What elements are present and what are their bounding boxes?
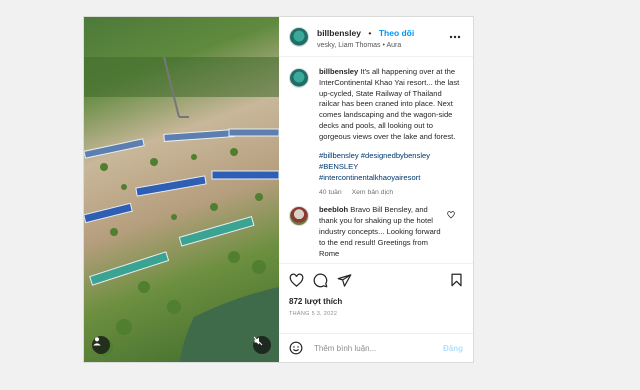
caption-text: It's all happening over at the InterCont…	[319, 67, 460, 141]
comment-like-heart-icon[interactable]	[447, 211, 455, 219]
bookmark-icon[interactable]	[450, 273, 463, 287]
mute-button[interactable]	[253, 336, 271, 354]
post-sidebar: billbensley • Theo dõi vesky, Liam Thoma…	[279, 17, 473, 362]
caption: billbensley It's all happening over at t…	[289, 67, 463, 197]
post-header: billbensley • Theo dõi vesky, Liam Thoma…	[279, 17, 473, 57]
hashtag-line[interactable]: #BENSLEY	[319, 162, 463, 173]
follow-button[interactable]: Theo dõi	[379, 28, 414, 38]
avatar[interactable]	[289, 206, 309, 227]
author-username[interactable]: billbensley	[317, 28, 361, 38]
hashtag-line[interactable]: #billbensley #designedbybensley	[319, 151, 463, 162]
comment-icon[interactable]	[313, 273, 328, 288]
caption-time[interactable]: 40 tuần	[319, 189, 342, 196]
add-comment-bar: Đăng	[279, 333, 473, 362]
post-comment-button[interactable]: Đăng	[443, 344, 463, 353]
avatar[interactable]	[289, 68, 309, 88]
hashtag-line[interactable]: #intercontinentalkhaoyairesort	[319, 173, 463, 184]
post-date[interactable]: THÁNG 5 3, 2022	[289, 311, 463, 317]
comment-item: beebloh Bravo Bill Bensley, and thank yo…	[289, 205, 463, 259]
caption-username[interactable]: billbensley	[319, 67, 358, 76]
translate-link[interactable]: Xem bản dịch	[352, 189, 394, 196]
user-tag-icon	[93, 337, 101, 346]
emoji-icon[interactable]	[289, 341, 303, 355]
more-options-icon[interactable]	[449, 31, 461, 43]
comment-username[interactable]: beebloh	[319, 205, 348, 214]
separator-dot: •	[368, 28, 372, 39]
post-video[interactable]	[84, 17, 279, 362]
muted-icon	[253, 336, 263, 346]
tag-button[interactable]	[92, 336, 110, 354]
resort-aerial-photo	[84, 56, 279, 362]
post-actions: 872 lượt thích THÁNG 5 3, 2022	[279, 263, 473, 333]
comment-input[interactable]	[312, 342, 443, 354]
instagram-post: billbensley • Theo dõi vesky, Liam Thoma…	[83, 16, 474, 363]
like-count[interactable]: 872 lượt thích	[289, 297, 463, 306]
audio-line[interactable]: vesky, Liam Thomas • Aura	[317, 42, 414, 50]
comments-section[interactable]: billbensley It's all happening over at t…	[279, 57, 473, 263]
avatar[interactable]	[289, 26, 309, 47]
heart-icon[interactable]	[289, 273, 304, 288]
share-icon[interactable]	[337, 273, 352, 288]
